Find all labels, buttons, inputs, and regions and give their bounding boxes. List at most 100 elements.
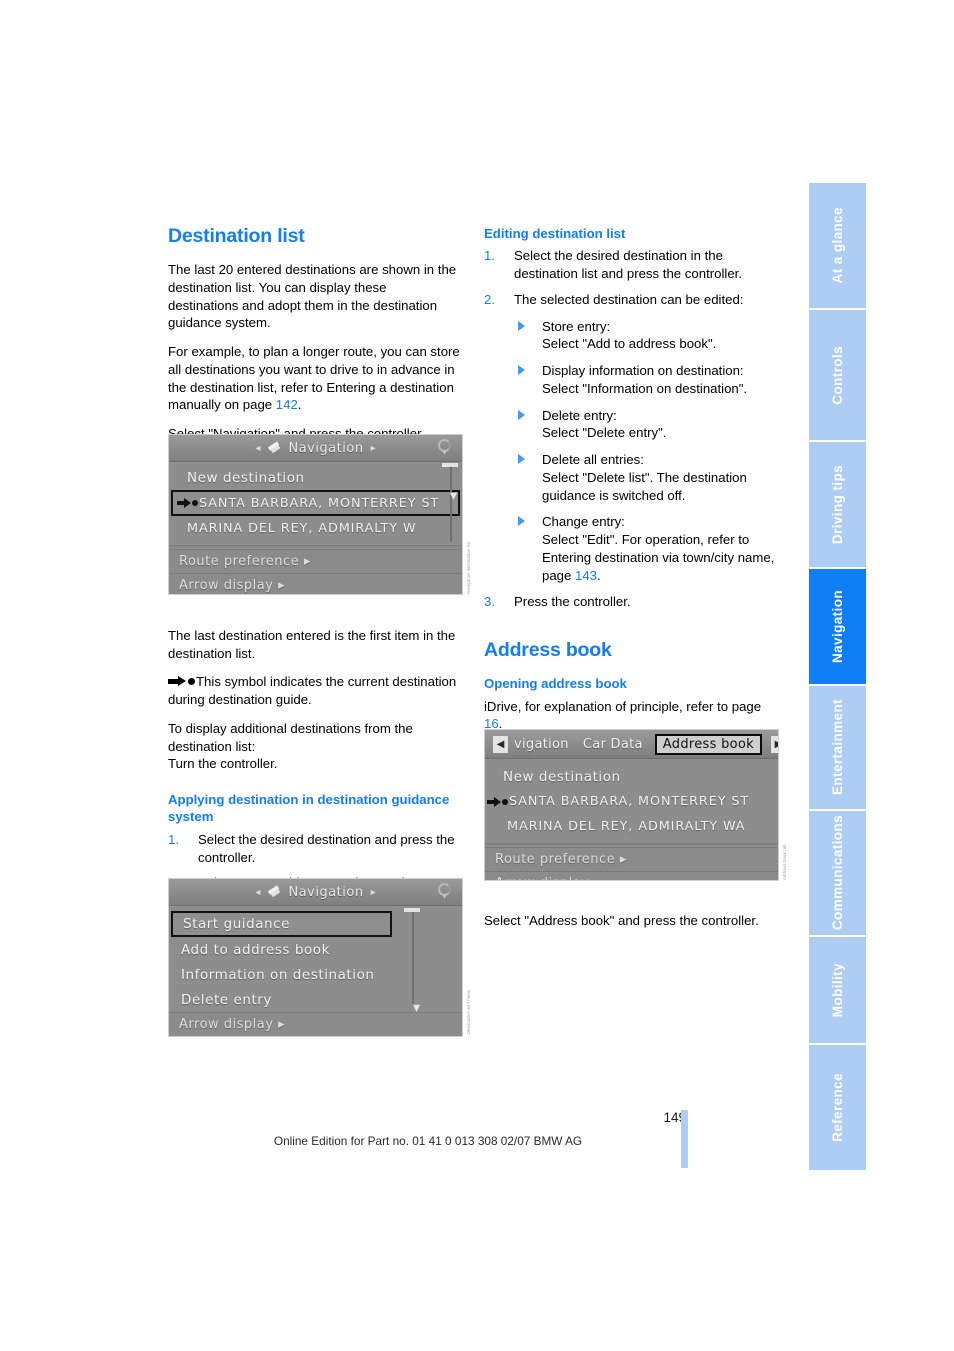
- intro-paragraph-2-post: .: [297, 397, 302, 413]
- sidebar-item-label: Controls: [830, 345, 845, 405]
- bullet-line-1: Change entry:: [542, 514, 625, 530]
- sidebar-item-reference[interactable]: Reference: [809, 1044, 866, 1171]
- menu-item-label: Start guidance: [183, 916, 290, 932]
- list-item: 1. Select the desired destination and pr…: [168, 831, 460, 867]
- sidebar-item-label: Navigation: [830, 589, 845, 663]
- select-address-book-instruction: Select "Address book" and press the cont…: [484, 913, 759, 929]
- figure-2-caption: Destination edit menu: [466, 989, 471, 1034]
- step-number: 1.: [484, 248, 495, 264]
- chevron-right-icon[interactable]: ▸: [371, 887, 376, 898]
- editing-destination-steps: 1. Select the desired destination in the…: [484, 247, 776, 611]
- page-title: Destination list: [168, 225, 305, 247]
- menu-item-label: Add to address book: [181, 941, 330, 958]
- sidebar-item-controls[interactable]: Controls: [809, 310, 866, 443]
- divider: [485, 843, 778, 847]
- menu-item-arrow-display[interactable]: Arrow display ▸: [485, 871, 778, 880]
- tab-navigation[interactable]: vigation: [514, 737, 569, 752]
- menu-item-label: Route preference ▸: [495, 852, 627, 867]
- menu-item-route-preference[interactable]: Route preference ▸: [485, 847, 778, 871]
- edit-option-bullets: Store entry: Select "Add to address book…: [514, 318, 776, 585]
- menu-item-arrow-display[interactable]: Arrow display ▸: [169, 573, 462, 594]
- step-text: The selected destination can be edited:: [514, 291, 744, 307]
- footer-edition-line: Online Edition for Part no. 01 41 0 013 …: [273, 1134, 583, 1148]
- step-text: Press the controller.: [514, 594, 631, 610]
- idrive-reference-paragraph: iDrive, for explanation of principle, re…: [484, 698, 776, 734]
- subheading-opening-address-book: Opening address book: [484, 676, 627, 692]
- sidebar-item-label: Entertainment: [830, 699, 845, 796]
- figure-1-caption: Navigation destination list: [466, 541, 471, 594]
- figure-3-caption: Address book tab: [782, 844, 787, 880]
- idrive-tab-bar: ◀ vigation Car Data Address book ▶ ▾: [485, 730, 778, 759]
- menu-item-route-preference[interactable]: Route preference ▸: [169, 549, 462, 573]
- chevron-down-icon[interactable]: ▾: [450, 489, 457, 503]
- intro-paragraph-2: For example, to plan a longer route, you…: [168, 343, 460, 414]
- triangle-bullet-icon: [518, 365, 525, 376]
- chevron-left-icon[interactable]: ◂: [255, 887, 260, 898]
- controller-icon: ▾: [436, 883, 453, 902]
- list-item: 3. Press the controller.: [484, 593, 776, 611]
- list-item: Store entry: Select "Add to address book…: [514, 318, 776, 354]
- intro-paragraph-1: The last 20 entered destinations are sho…: [168, 262, 457, 331]
- page-ref-143[interactable]: 143: [575, 568, 597, 583]
- triangle-bullet-icon: [518, 320, 525, 331]
- menu-item-label: Route preference ▸: [179, 554, 311, 569]
- menu-item-information-on-destination[interactable]: Information on destination: [169, 962, 462, 987]
- section-title-address-book: Address book: [484, 639, 612, 662]
- list-item-selected[interactable]: SANTA BARBARA, MONTERREY ST: [171, 490, 460, 516]
- list-item-label: New destination: [187, 469, 305, 486]
- sidebar-item-label: Communications: [830, 815, 845, 931]
- scroll-thumb[interactable]: [404, 908, 420, 912]
- list-item-current-destination[interactable]: SANTA BARBARA, MONTERREY ST: [485, 789, 778, 814]
- triangle-bullet-icon: [518, 454, 525, 465]
- step-text: Select the desired destination in the de…: [514, 248, 742, 282]
- menu-item-label: Arrow display ▸: [179, 578, 286, 593]
- scroll-thumb[interactable]: [442, 463, 458, 467]
- bullet-line-2-post: .: [597, 567, 601, 583]
- chevron-right-icon[interactable]: ▸: [371, 443, 376, 454]
- page-ref-142[interactable]: 142: [276, 397, 298, 412]
- bullet-line-2: Select "Information on destination".: [542, 380, 748, 396]
- list-item-label: SANTA BARBARA, MONTERREY ST: [509, 794, 750, 809]
- list-item-label: MARINA DEL REY, ADMIRALTY WA: [507, 819, 746, 834]
- current-destination-arrow-dot-icon: [177, 498, 198, 508]
- additional-destinations-line-1: To display additional destinations from …: [168, 720, 413, 754]
- bullet-line-1: Delete all entries:: [542, 452, 644, 468]
- sidebar-item-navigation[interactable]: Navigation: [809, 568, 866, 687]
- idrive-reference-pre: iDrive, for explanation of principle, re…: [484, 698, 762, 714]
- list-item[interactable]: New destination: [485, 764, 778, 789]
- tab-car-data[interactable]: Car Data: [583, 737, 643, 752]
- step-number: 3.: [484, 594, 495, 610]
- list-item: Display information on destination: Sele…: [514, 362, 776, 398]
- tab-scroll-right-icon[interactable]: ▶: [771, 735, 778, 753]
- idrive-list-area: New destination SANTA BARBARA, MONTERREY…: [485, 759, 778, 847]
- list-item: 1. Select the desired destination in the…: [484, 247, 776, 283]
- chevron-left-icon[interactable]: ◂: [255, 443, 260, 454]
- list-item-label: SANTA BARBARA, MONTERREY ST: [199, 495, 440, 511]
- menu-item-selected-start-guidance[interactable]: Start guidance: [171, 911, 392, 937]
- divider: [169, 545, 462, 549]
- step-number: 1.: [168, 831, 179, 847]
- sidebar-item-mobility[interactable]: Mobility: [809, 937, 866, 1045]
- triangle-bullet-icon: [518, 409, 525, 420]
- sidebar-item-at-a-glance[interactable]: At a glance: [809, 183, 866, 311]
- scroll-track[interactable]: [412, 910, 414, 1004]
- current-destination-arrow-dot-icon: [168, 675, 195, 687]
- list-item-label: MARINA DEL REY, ADMIRALTY W: [187, 521, 417, 536]
- idrive-list-area: New destination SANTA BARBARA, MONTERREY…: [169, 462, 462, 549]
- subheading-editing-destination-list: Editing destination list: [484, 226, 626, 241]
- list-item[interactable]: MARINA DEL REY, ADMIRALTY W: [169, 516, 462, 541]
- sidebar-item-communications[interactable]: Communications: [809, 810, 866, 938]
- idrive-header-title: Navigation: [288, 884, 364, 900]
- list-item[interactable]: New destination: [169, 465, 462, 490]
- figure-address-book-tabs: ◀ vigation Car Data Address book ▶ ▾ New…: [484, 729, 779, 881]
- tab-scroll-left-icon[interactable]: ◀: [493, 735, 508, 753]
- sidebar-item-entertainment[interactable]: Entertainment: [809, 686, 866, 811]
- list-item[interactable]: MARINA DEL REY, ADMIRALTY WA: [485, 814, 778, 839]
- sidebar-item-label: At a glance: [830, 207, 845, 284]
- triangle-bullet-icon: [518, 516, 525, 527]
- menu-item-add-to-address-book[interactable]: Add to address book: [169, 937, 462, 962]
- tab-address-book[interactable]: Address book: [654, 733, 762, 755]
- step-text: Select the desired destination and press…: [198, 831, 455, 865]
- sidebar-item-driving-tips[interactable]: Driving tips: [809, 442, 866, 569]
- menu-item-arrow-display[interactable]: Arrow display ▸: [169, 1012, 462, 1036]
